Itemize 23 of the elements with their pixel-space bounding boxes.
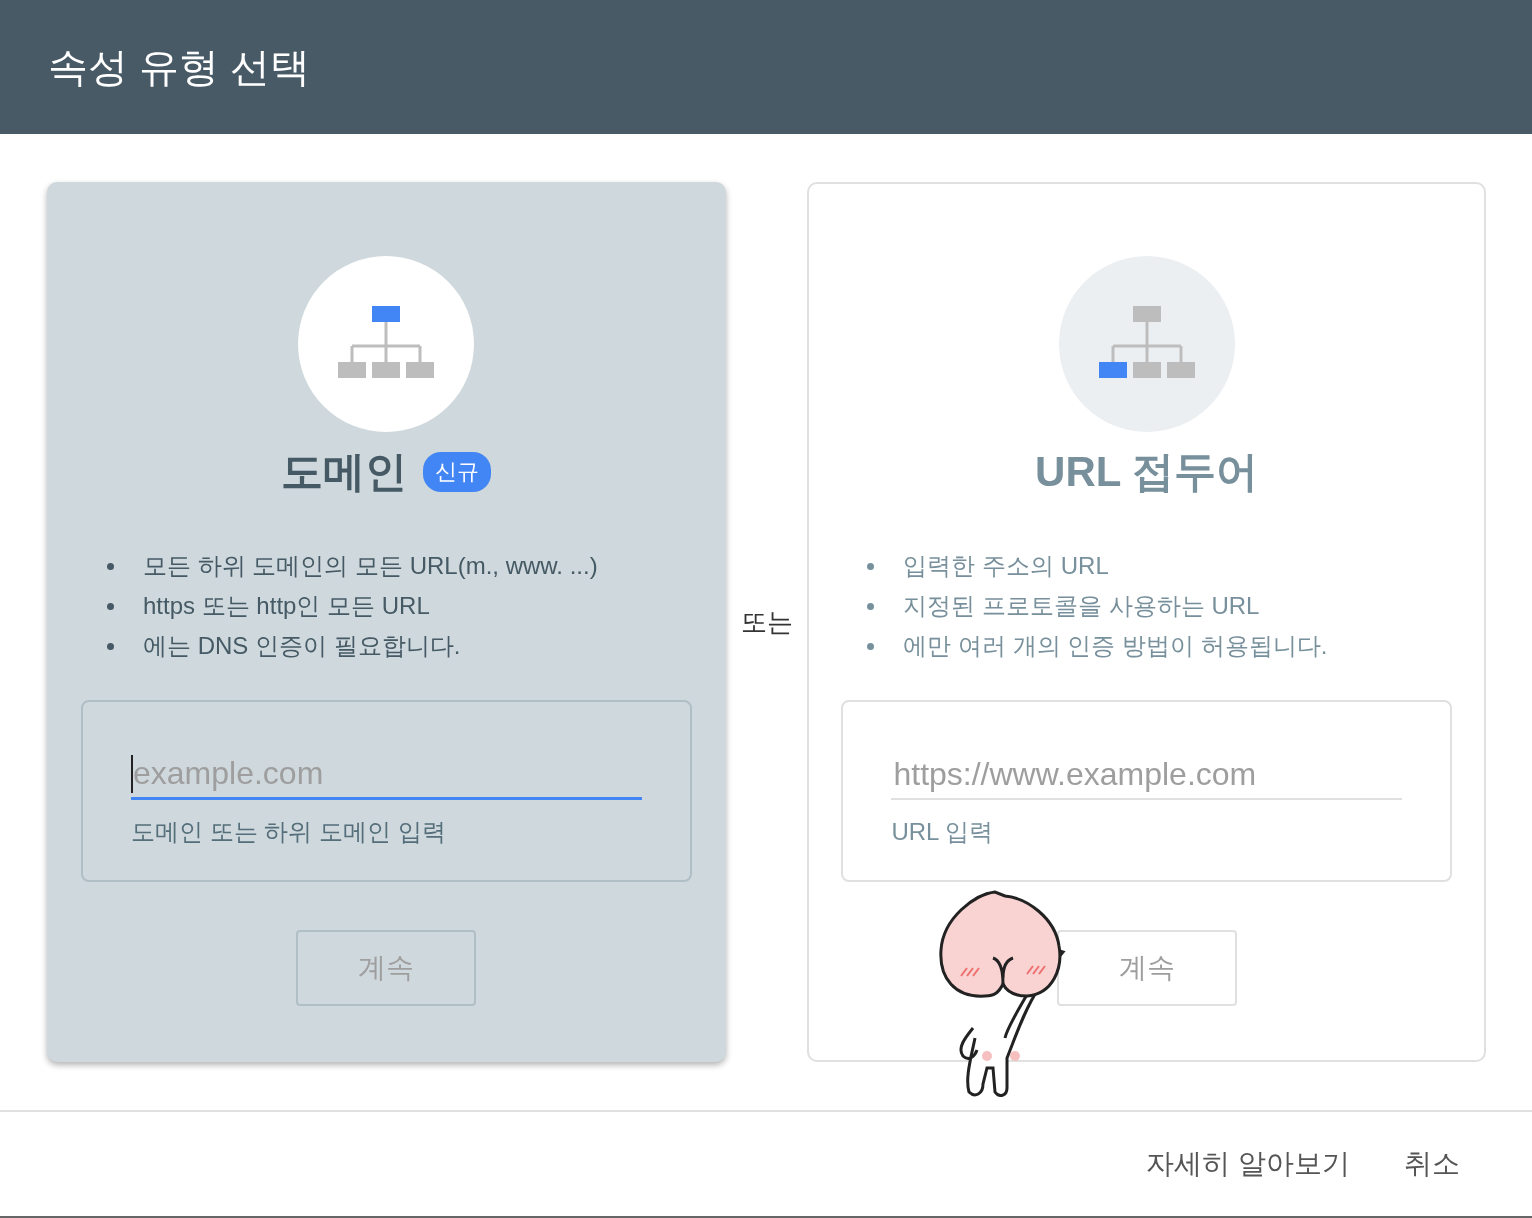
new-badge: 신규 xyxy=(423,452,492,492)
footer-button[interactable]: 자세히 알아보기 xyxy=(1134,1137,1362,1191)
footer-button[interactable]: 취소 xyxy=(1392,1137,1472,1191)
or-label: 또는 xyxy=(739,605,794,639)
feature-text: 모든 하위 도메인의 모든 URL(m., www. ...) xyxy=(143,551,598,581)
helper-text: 도메인 또는 하위 도메인 입력 xyxy=(131,817,447,847)
feature-text: https 또는 http인 모든 URL xyxy=(143,591,430,621)
bullet-icon xyxy=(107,642,114,650)
helper-text: URL 입력 xyxy=(891,817,995,847)
option-title: 도메인 xyxy=(281,447,408,497)
bullet-icon xyxy=(867,602,875,610)
option-title: URL 접두어 xyxy=(1035,447,1259,497)
feature-text: 에만 여러 개의 인증 방법이 허용됩니다. xyxy=(903,631,1328,661)
bullet-icon xyxy=(107,602,114,610)
property-type-card[interactable]: 도메인 신규 모든 하위 도메인의 모든 URL(m., www. ...) https 또는 http인 모든 URL 에는 DNS 인증이 필요합니다. example.com 도메인 또는 하위 도메인 입력 계속 xyxy=(47,182,726,1062)
bullet-icon xyxy=(867,642,875,650)
feature-text: 입력한 주소의 URL xyxy=(903,551,1109,581)
property-type-card[interactable]: URL 접두어 입력한 주소의 URL 지정된 프로토콜을 사용하는 URL 에만 여러 개의 인증 방법이 허용됩니다. https://www.example.com URL 입력 계속 xyxy=(807,182,1486,1062)
dialog-title: 속성 유형 선택 xyxy=(48,43,311,91)
bullet-icon xyxy=(867,562,875,570)
bullet-icon xyxy=(107,562,114,570)
feature-text: 지정된 프로토콜을 사용하는 URL xyxy=(903,591,1260,621)
feature-text: 에는 DNS 인증이 필요합니다. xyxy=(143,631,461,661)
